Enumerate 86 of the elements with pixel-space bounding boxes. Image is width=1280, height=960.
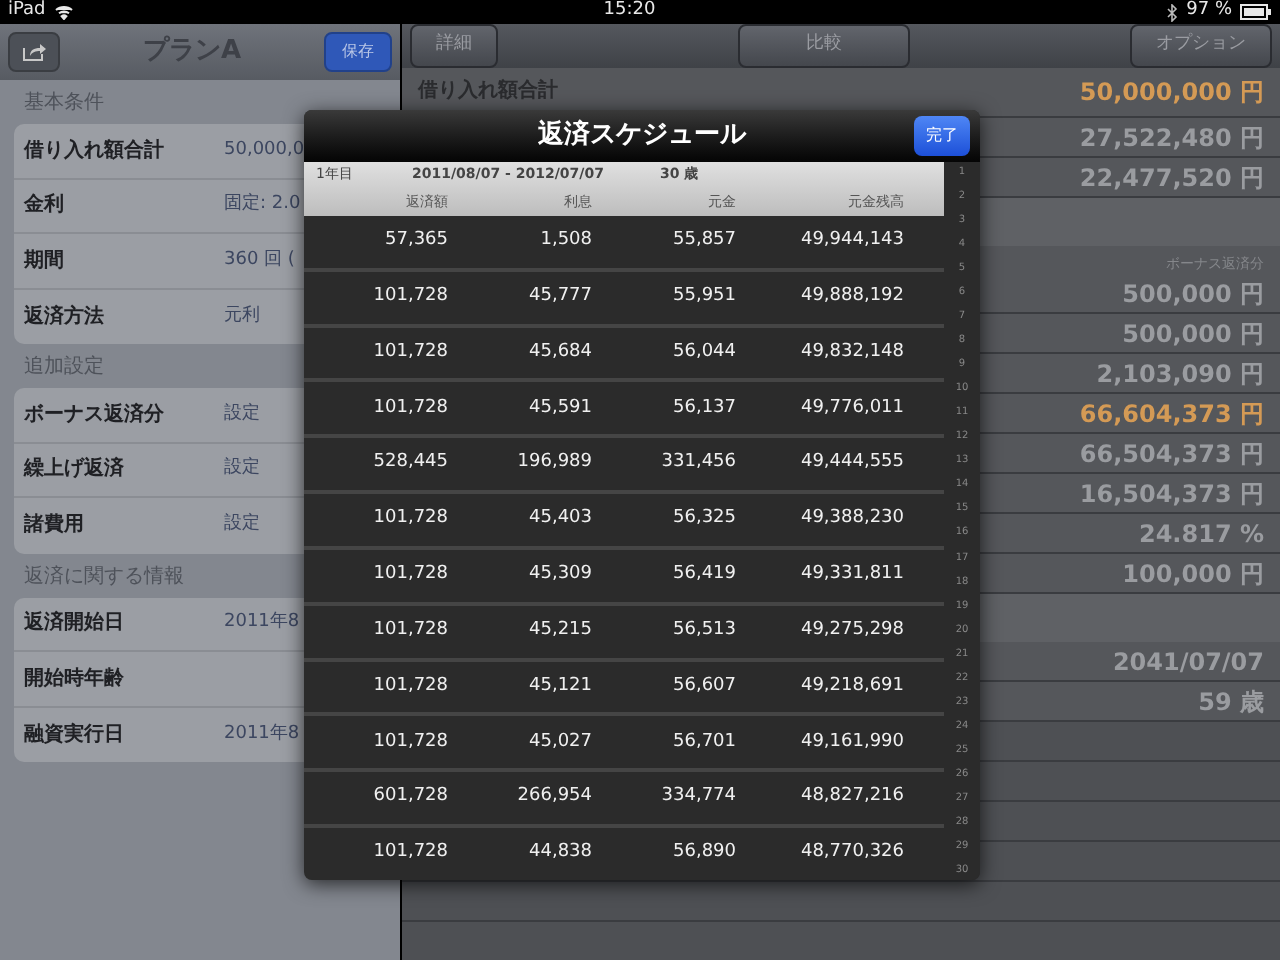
row-value: 固定: 2.0: [224, 192, 301, 218]
table-cell-text: 101,728: [371, 339, 450, 366]
amount-value: 59 歳: [1198, 685, 1264, 719]
table-cell-text: 56,419: [671, 562, 738, 589]
row-value: 2011年8: [224, 721, 300, 747]
detail-button[interactable]: 詳細: [410, 24, 498, 68]
table-cell-text: 55,951: [671, 283, 738, 310]
amount-value: 2,103,090 円: [1096, 357, 1264, 391]
table-cell-text: 101,728: [371, 840, 450, 867]
table-cell-text: 334,774: [659, 784, 738, 811]
table-cell-text: 49,776,011: [798, 395, 906, 422]
row-label: 借り入れ額合計: [24, 137, 166, 166]
row-value: 設定: [224, 401, 260, 427]
table-cell-text: 49,218,691: [798, 673, 906, 700]
amount-value: 27,522,480 円: [1079, 121, 1264, 155]
table-cell-text: 48,770,326: [798, 840, 906, 867]
compare-button[interactable]: 比較: [738, 24, 910, 68]
table-cell-text: 101,728: [371, 729, 450, 756]
table-cell-text: 101,728: [371, 562, 450, 589]
table-cell-text: 45,027: [527, 729, 594, 756]
table-cell-text: 45,215: [527, 617, 594, 644]
battery-icon: [1240, 4, 1272, 20]
table-cell-text: 56,044: [671, 339, 738, 366]
table-cell-text: 49,331,811: [798, 562, 906, 589]
row-label: 期間: [24, 247, 66, 276]
row-label: 返済開始日: [24, 608, 126, 639]
table-cell-text: 44,838: [527, 840, 594, 867]
amount-value: 100,000 円: [1122, 557, 1264, 591]
table-cell-text: 196,989: [515, 450, 594, 477]
row-label: 返済方法: [24, 302, 106, 332]
table-cell-text: 49,161,990: [798, 729, 906, 756]
table-cell-text: 101,728: [371, 283, 450, 310]
row-label: 金利: [24, 191, 66, 221]
share-button[interactable]: [8, 32, 60, 72]
row-label: 融資実行日: [24, 720, 126, 750]
table-cell-text: 56,890: [671, 840, 738, 867]
amount-value: 500,000 円: [1122, 277, 1264, 311]
amount-value: 16,504,373 円: [1079, 477, 1264, 511]
table-cell-text: 45,591: [527, 395, 594, 422]
amount-value: 66,504,373 円: [1079, 437, 1264, 471]
table-cell-text: 49,388,230: [798, 506, 906, 533]
row-value: 2011年8: [224, 610, 300, 636]
row-value: 360 回 (: [224, 247, 295, 273]
row-label: ボーナス返済分: [24, 400, 166, 430]
table-cell-text: 45,403: [527, 506, 594, 533]
share-icon: [22, 42, 46, 62]
row-value: 元利: [224, 303, 260, 329]
device-name: iPad: [8, 0, 46, 25]
table-cell-text: 56,607: [671, 673, 738, 700]
battery-percentage: 97 %: [1186, 0, 1232, 25]
table-cell-text: 101,728: [371, 506, 450, 533]
row-label: 開始時年齢: [24, 665, 126, 694]
table-cell-text: 48,827,216: [798, 784, 906, 811]
save-button[interactable]: 保存: [324, 32, 392, 72]
clock: 15:20: [603, 0, 656, 25]
row-value: 設定: [224, 512, 260, 538]
row-value: 50,000,0: [224, 137, 305, 163]
amount-value: 50,000,000 円: [1079, 76, 1264, 110]
amount-value: 22,477,520 円: [1079, 161, 1264, 195]
amount-value: 500,000 円: [1122, 317, 1264, 351]
table-cell-text: 56,325: [671, 506, 738, 533]
row-label: 繰上げ返済: [24, 454, 126, 485]
amount-value: 2041/07/07: [1112, 645, 1264, 679]
table-cell-text: 56,137: [671, 395, 738, 422]
table-cell-text: 45,309: [527, 562, 594, 589]
options-button[interactable]: オプション: [1130, 24, 1272, 68]
table-cell-text: 601,728: [371, 784, 450, 811]
table-cell-text: 49,275,298: [798, 617, 906, 644]
table-cell-text: 45,684: [527, 339, 594, 366]
row-value: 設定: [224, 456, 260, 482]
row-label: 諸費用: [24, 511, 86, 541]
table-cell-text: 266,954: [515, 784, 594, 811]
table-cell-text: 45,777: [527, 283, 594, 310]
table-cell-text: 331,456: [659, 450, 738, 477]
table-cell-text: 56,701: [671, 729, 738, 756]
wifi-icon: [53, 4, 74, 20]
bluetooth-icon: [1166, 3, 1179, 21]
table-cell-text: 49,888,192: [798, 283, 906, 310]
dialog-title: 返済スケジュール: [538, 117, 746, 155]
table-cell-text: 56,513: [671, 617, 738, 644]
table-cell-text: 45,121: [527, 673, 594, 700]
amount-value: 24.817 %: [1138, 517, 1264, 551]
table-cell-text: 49,444,555: [798, 450, 906, 477]
table-cell-text: 49,832,148: [798, 339, 906, 366]
amount-value: 66,604,373 円: [1079, 397, 1264, 431]
done-button[interactable]: 完了: [914, 116, 970, 156]
